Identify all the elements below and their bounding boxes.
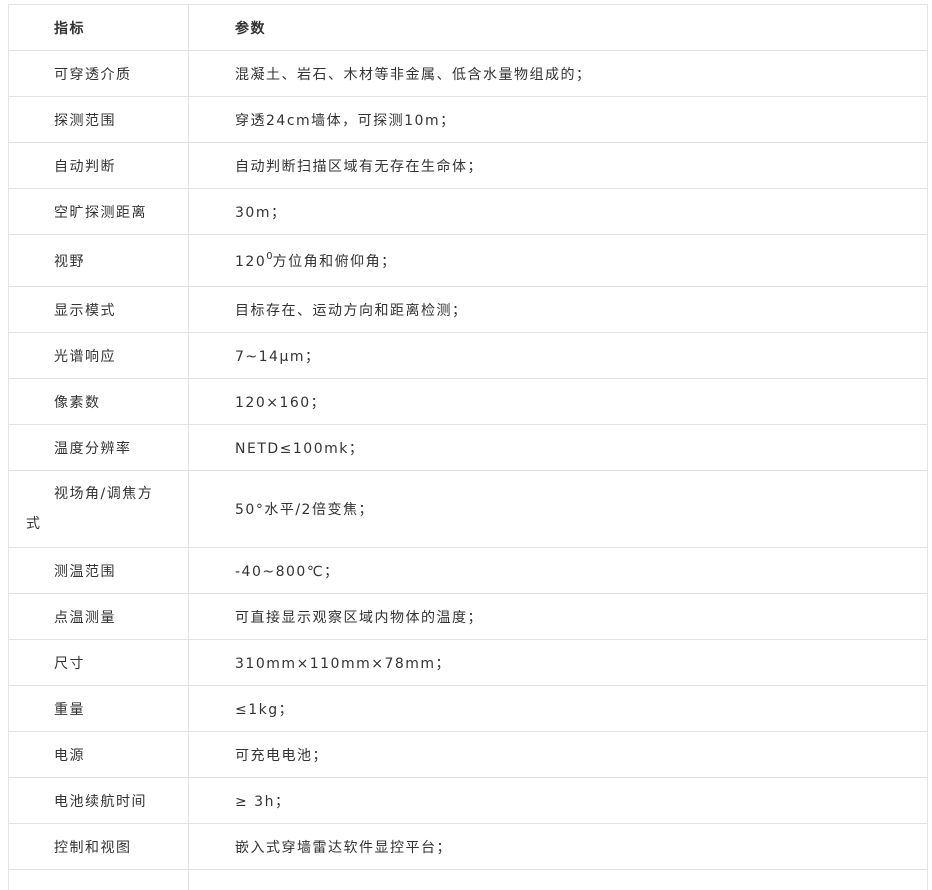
row-name: 显示模式 <box>8 286 189 333</box>
row-value: 可充电电池； <box>188 731 928 778</box>
row-name: 空旷探测距离 <box>8 188 189 235</box>
header-cell-name: 指标 <box>8 4 189 51</box>
table-row: 可穿透介质 混凝土、岩石、木材等非金属、低含水量物组成的； <box>8 50 928 97</box>
row-value: 自动判断扫描区域有无存在生命体； <box>188 142 928 189</box>
row-value: 可直接显示观察区域内物体的温度； <box>188 593 928 640</box>
row-value: NETD≤100mk； <box>188 424 928 471</box>
row-value: ≤1kg； <box>188 685 928 732</box>
row-value: 30m； <box>188 188 928 235</box>
table-row: 点温测量 可直接显示观察区域内物体的温度； <box>8 593 928 640</box>
row-name: 视场角/调焦方式 <box>8 470 189 548</box>
page: { "table": { "header": { "name": "指标", "… <box>0 0 932 890</box>
row-name: 测温范围 <box>8 547 189 594</box>
row-value: -40~800℃； <box>188 547 928 594</box>
row-name: 探测范围 <box>8 96 189 143</box>
table-row: 空旷探测距离 30m； <box>8 188 928 235</box>
row-name: 温度分辨率 <box>8 424 189 471</box>
spec-table: 指标 参数 可穿透介质 混凝土、岩石、木材等非金属、低含水量物组成的； 探测范围… <box>8 4 928 890</box>
table-row: 探测范围 穿透24cm墙体，可探测10m； <box>8 96 928 143</box>
table-row: 电池续航时间 ≥ 3h； <box>8 777 928 824</box>
row-name: 控制和视图 <box>8 823 189 870</box>
value-prefix: 120 <box>235 253 267 270</box>
table-row-partial <box>8 869 928 890</box>
table-row: 温度分辨率 NETD≤100mk； <box>8 424 928 471</box>
row-value: 目标存在、运动方向和距离检测； <box>188 286 928 333</box>
row-value: 混凝土、岩石、木材等非金属、低含水量物组成的； <box>188 50 928 97</box>
table-row: 电源 可充电电池； <box>8 731 928 778</box>
table-row: 视场角/调焦方式 50°水平/2倍变焦； <box>8 470 928 548</box>
value-suffix: 方位角和俯仰角； <box>272 253 397 270</box>
header-cell-value: 参数 <box>188 4 928 51</box>
row-name: 像素数 <box>8 378 189 425</box>
table-row: 像素数 120×160； <box>8 378 928 425</box>
table-header-row: 指标 参数 <box>8 4 928 51</box>
row-name-empty <box>8 869 189 890</box>
row-name: 尺寸 <box>8 639 189 686</box>
row-name: 视野 <box>8 234 189 287</box>
table-row: 尺寸 310mm×110mm×78mm； <box>8 639 928 686</box>
row-value: 1200方位角和俯仰角； <box>188 234 928 287</box>
row-value: 50°水平/2倍变焦； <box>188 470 928 548</box>
row-value: 穿透24cm墙体，可探测10m； <box>188 96 928 143</box>
row-value-empty <box>188 869 928 890</box>
row-value: 嵌入式穿墙雷达软件显控平台； <box>188 823 928 870</box>
table-row: 视野 1200方位角和俯仰角； <box>8 234 928 287</box>
row-value: 310mm×110mm×78mm； <box>188 639 928 686</box>
table-row: 重量 ≤1kg； <box>8 685 928 732</box>
row-value: 7~14μm； <box>188 332 928 379</box>
row-name: 点温测量 <box>8 593 189 640</box>
table-row: 自动判断 自动判断扫描区域有无存在生命体； <box>8 142 928 189</box>
row-name: 自动判断 <box>8 142 189 189</box>
row-name: 电池续航时间 <box>8 777 189 824</box>
row-value: ≥ 3h； <box>188 777 928 824</box>
row-value: 120×160； <box>188 378 928 425</box>
table-row: 测温范围 -40~800℃； <box>8 547 928 594</box>
table-row: 光谱响应 7~14μm； <box>8 332 928 379</box>
row-name: 电源 <box>8 731 189 778</box>
row-name: 重量 <box>8 685 189 732</box>
row-name: 光谱响应 <box>8 332 189 379</box>
table-row: 控制和视图 嵌入式穿墙雷达软件显控平台； <box>8 823 928 870</box>
table-row: 显示模式 目标存在、运动方向和距离检测； <box>8 286 928 333</box>
row-name: 可穿透介质 <box>8 50 189 97</box>
